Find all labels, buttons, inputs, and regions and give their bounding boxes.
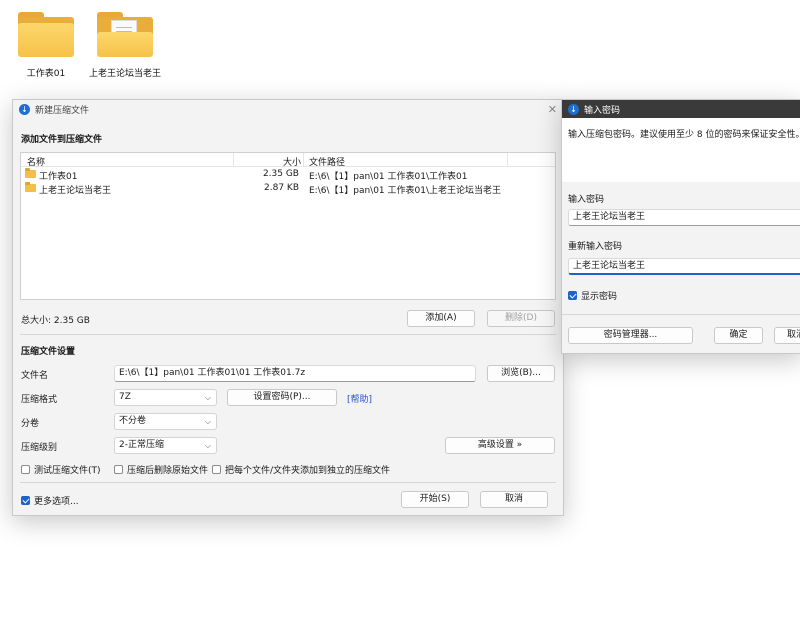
more-options-checkbox[interactable]: 更多选项...: [21, 494, 79, 507]
checkbox-label: 显示密码: [581, 292, 618, 302]
file-path: E:\6\【1】pan\01 工作表01\上老王论坛当老王: [309, 186, 501, 196]
help-link[interactable]: [帮助]: [347, 392, 372, 405]
app-logo-icon: ↓: [19, 103, 30, 115]
advanced-settings-button[interactable]: 高级设置 »: [445, 437, 555, 454]
browse-button[interactable]: 浏览(B)...: [487, 365, 555, 382]
checkbox-icon: [21, 496, 30, 505]
level-select[interactable]: 2-正常压缩 ⌵: [114, 437, 217, 454]
folder-icon: [16, 10, 76, 60]
file-row[interactable]: 上老王论坛当老王 2.87 KB E:\6\【1】pan\01 工作表01\上老…: [21, 181, 555, 196]
total-size: 总大小: 2.35 GB: [21, 316, 90, 326]
separate-archive-checkbox[interactable]: 把每个文件/文件夹添加到独立的压缩文件: [212, 463, 390, 476]
level-value: 2-正常压缩: [119, 440, 164, 450]
file-list[interactable]: 名称 大小 文件路径 工作表01 2.35 GB E:\6\【1】pan\01 …: [20, 152, 556, 300]
close-icon[interactable]: ✕: [548, 103, 557, 116]
checkbox-label: 测试压缩文件(T): [34, 466, 101, 476]
dialog-title: 输入密码: [584, 105, 621, 116]
window-title: 新建压缩文件: [35, 105, 90, 116]
reenter-password-input[interactable]: 上老王论坛当老王: [568, 258, 800, 275]
delete-after-checkbox[interactable]: 压缩后删除原始文件: [114, 463, 208, 476]
show-password-checkbox[interactable]: 显示密码: [568, 289, 617, 302]
chevron-down-icon: ⌵: [204, 441, 211, 450]
file-name: 上老王论坛当老王: [39, 186, 112, 196]
enter-password-label: 输入密码: [568, 195, 605, 205]
format-value: 7Z: [119, 392, 131, 402]
desktop-icon-label: 上老王论坛当老王: [89, 69, 162, 79]
divider: [562, 314, 800, 315]
file-size: 2.35 GB: [262, 169, 299, 179]
file-size: 2.87 KB: [264, 183, 299, 193]
reenter-password-label: 重新输入密码: [568, 242, 623, 252]
add-section-title: 添加文件到压缩文件: [21, 135, 103, 145]
checkbox-icon: [568, 291, 577, 300]
filename-input[interactable]: E:\6\【1】pan\01 工作表01\01 工作表01.7z: [114, 365, 476, 382]
checkbox-label: 更多选项...: [34, 497, 79, 507]
add-button[interactable]: 添加(A): [407, 310, 475, 327]
settings-section-title: 压缩文件设置: [21, 347, 76, 357]
chevron-down-icon: ⌵: [204, 393, 211, 402]
enter-password-input[interactable]: 上老王论坛当老王: [568, 209, 800, 226]
desktop-folder-laowang[interactable]: 上老王论坛当老王: [89, 10, 161, 80]
desktop-folder-worksheet[interactable]: 工作表01: [10, 10, 82, 80]
checkbox-label: 把每个文件/文件夹添加到独立的压缩文件: [225, 466, 391, 476]
checkbox-icon: [21, 465, 30, 474]
new-archive-window: ↓ 新建压缩文件 ✕ 添加文件到压缩文件 名称 大小 文件路径 工作表01 2.…: [12, 99, 564, 516]
checkbox-label: 压缩后删除原始文件: [127, 466, 209, 476]
folder-icon: [95, 10, 155, 60]
ok-button[interactable]: 确定: [714, 327, 763, 344]
split-label: 分卷: [21, 419, 40, 429]
divider: [20, 334, 556, 335]
format-label: 压缩格式: [21, 395, 58, 405]
divider: [20, 482, 556, 483]
chevron-down-icon: ⌵: [204, 417, 211, 426]
set-password-button[interactable]: 设置密码(P)...: [227, 389, 337, 406]
level-label: 压缩级别: [21, 443, 58, 453]
folder-icon: [25, 168, 36, 178]
delete-button[interactable]: 删除(D): [487, 310, 555, 327]
password-dialog: ↓ 输入密码 输入压缩包密码。建议使用至少 8 位的密码来保证安全性。 输入密码…: [561, 99, 800, 354]
title-bar: ↓ 新建压缩文件: [13, 100, 563, 118]
cancel-button[interactable]: 取消: [480, 491, 548, 508]
description-panel: 输入压缩包密码。建议使用至少 8 位的密码来保证安全性。: [562, 118, 800, 182]
file-list-header: 名称 大小 文件路径: [21, 153, 555, 168]
folder-icon: [25, 182, 36, 192]
password-manager-button[interactable]: 密码管理器...: [568, 327, 693, 344]
test-archive-checkbox[interactable]: 测试压缩文件(T): [21, 463, 101, 476]
format-select[interactable]: 7Z ⌵: [114, 389, 217, 406]
start-button[interactable]: 开始(S): [401, 491, 469, 508]
desktop-icon-label: 工作表01: [26, 69, 66, 79]
checkbox-icon: [212, 465, 221, 474]
title-bar: ↓ 输入密码: [562, 100, 800, 118]
app-logo-icon: ↓: [568, 103, 579, 115]
file-row[interactable]: 工作表01 2.35 GB E:\6\【1】pan\01 工作表01\工作表01: [21, 167, 555, 182]
dialog-description: 输入压缩包密码。建议使用至少 8 位的密码来保证安全性。: [568, 130, 800, 140]
dialog-cancel-button[interactable]: 取消: [774, 327, 800, 344]
filename-label: 文件名: [21, 371, 49, 381]
split-value: 不分卷: [119, 416, 147, 426]
split-select[interactable]: 不分卷 ⌵: [114, 413, 217, 430]
checkbox-icon: [114, 465, 123, 474]
